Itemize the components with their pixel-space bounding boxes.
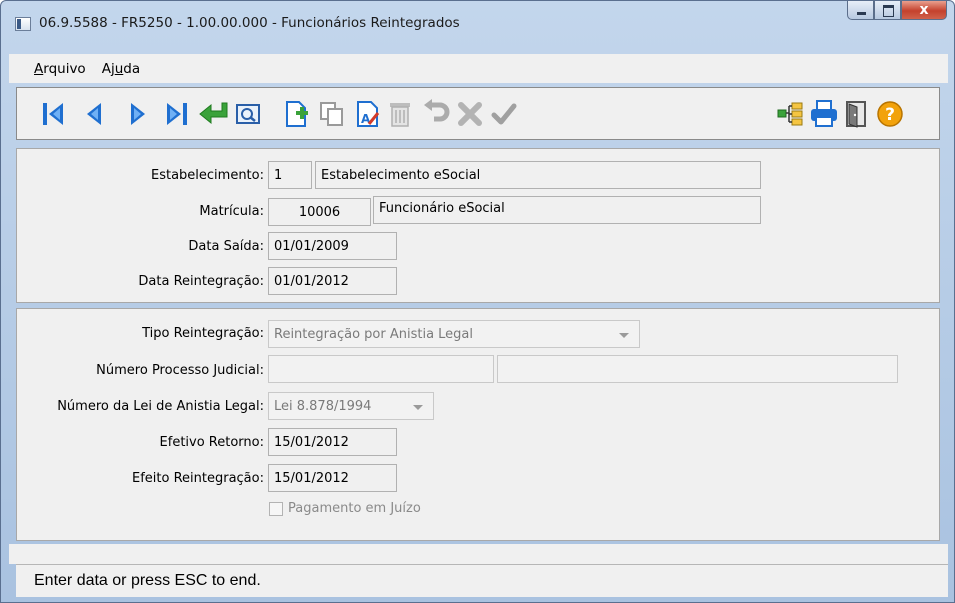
help-button[interactable]: ? (873, 88, 907, 139)
query-icon (777, 102, 803, 125)
reintegration-panel: Tipo Reintegração: Reintegração por Anis… (16, 308, 940, 541)
next-button[interactable] (121, 88, 155, 139)
identification-panel: Estabelecimento: 1 Estabelecimento eSoci… (16, 148, 940, 303)
numero-lei-label: Número da Lei de Anistia Legal: (57, 399, 264, 414)
svg-text:?: ? (885, 105, 895, 125)
menu-bar: Arquivo Ajuda (9, 54, 948, 83)
delete-icon (390, 102, 410, 127)
data-saida-label: Data Saída: (188, 239, 264, 254)
copy-icon (320, 101, 343, 126)
efetivo-retorno-field[interactable]: 15/01/2012 (268, 428, 397, 456)
numero-lei-select[interactable]: Lei 8.878/1994 (268, 392, 434, 420)
cancel-icon (458, 101, 482, 126)
last-button[interactable] (159, 88, 193, 139)
cancel-button[interactable] (453, 88, 487, 139)
goto-icon (199, 102, 228, 124)
previous-button[interactable] (77, 88, 111, 139)
status-text: Enter data or press ESC to end. (34, 572, 261, 589)
toolbar: A ? (16, 87, 940, 140)
add-icon (286, 100, 308, 127)
estabelecimento-name-field: Estabelecimento eSocial (315, 161, 761, 189)
bottom-area (9, 544, 948, 564)
minimize-button[interactable] (847, 1, 874, 20)
efeito-reintegracao-label: Efeito Reintegração: (132, 471, 264, 486)
matricula-name-field: Funcionário eSocial (373, 196, 761, 224)
first-button[interactable] (37, 88, 71, 139)
help-icon: ? (877, 100, 903, 127)
window-controls: x (847, 1, 947, 21)
exit-icon (846, 100, 866, 128)
estabelecimento-code-field[interactable]: 1 (268, 161, 312, 189)
menu-ajuda[interactable]: Ajuda (102, 61, 140, 77)
save-icon (491, 103, 517, 124)
pagamento-juizo-label: Pagamento em Juízo (288, 501, 421, 516)
window-title: 06.9.5588 - FR5250 - 1.00.00.000 - Funci… (39, 15, 460, 31)
estabelecimento-label: Estabelecimento: (150, 168, 264, 183)
copy-button[interactable] (315, 88, 349, 139)
status-bar: Enter data or press ESC to end. (16, 564, 948, 597)
close-icon: x (919, 2, 929, 18)
edit-icon: A (357, 100, 380, 127)
app-icon (15, 17, 31, 31)
undo-button[interactable] (419, 88, 453, 139)
save-button[interactable] (487, 88, 521, 139)
pagamento-juizo-checkbox[interactable] (269, 502, 283, 516)
numero-processo-field-1[interactable] (268, 355, 494, 383)
search-icon (236, 103, 260, 124)
numero-processo-field-2[interactable] (497, 355, 898, 383)
efeito-reintegracao-field[interactable]: 15/01/2012 (268, 464, 397, 492)
search-button[interactable] (231, 88, 265, 139)
add-button[interactable] (279, 88, 313, 139)
menu-arquivo[interactable]: Arquivo (34, 61, 86, 77)
next-icon (131, 102, 145, 125)
maximize-button[interactable] (874, 1, 901, 20)
undo-icon (424, 98, 450, 121)
print-icon (811, 99, 837, 127)
first-icon (43, 102, 63, 125)
data-reintegracao-field[interactable]: 01/01/2012 (268, 267, 397, 295)
close-button[interactable]: x (901, 1, 947, 20)
tipo-reintegracao-select[interactable]: Reintegração por Anistia Legal (268, 320, 640, 348)
numero-processo-label: Número Processo Judicial: (96, 363, 264, 378)
query-button[interactable] (773, 88, 807, 139)
last-icon (167, 102, 187, 125)
title-bar: 06.9.5588 - FR5250 - 1.00.00.000 - Funci… (1, 1, 954, 53)
delete-button[interactable] (383, 88, 417, 139)
data-saida-field[interactable]: 01/01/2009 (268, 232, 397, 260)
print-button[interactable] (807, 88, 841, 139)
matricula-label: Matrícula: (199, 204, 264, 219)
exit-button[interactable] (839, 88, 873, 139)
data-reintegracao-label: Data Reintegração: (138, 274, 264, 289)
matricula-code-field[interactable]: 10006 (268, 198, 371, 226)
goto-button[interactable] (197, 88, 231, 139)
app-window: 06.9.5588 - FR5250 - 1.00.00.000 - Funci… (0, 0, 955, 603)
edit-button[interactable]: A (351, 88, 385, 139)
efetivo-retorno-label: Efetivo Retorno: (159, 435, 264, 450)
tipo-reintegracao-label: Tipo Reintegração: (142, 326, 264, 341)
previous-icon (87, 102, 101, 125)
